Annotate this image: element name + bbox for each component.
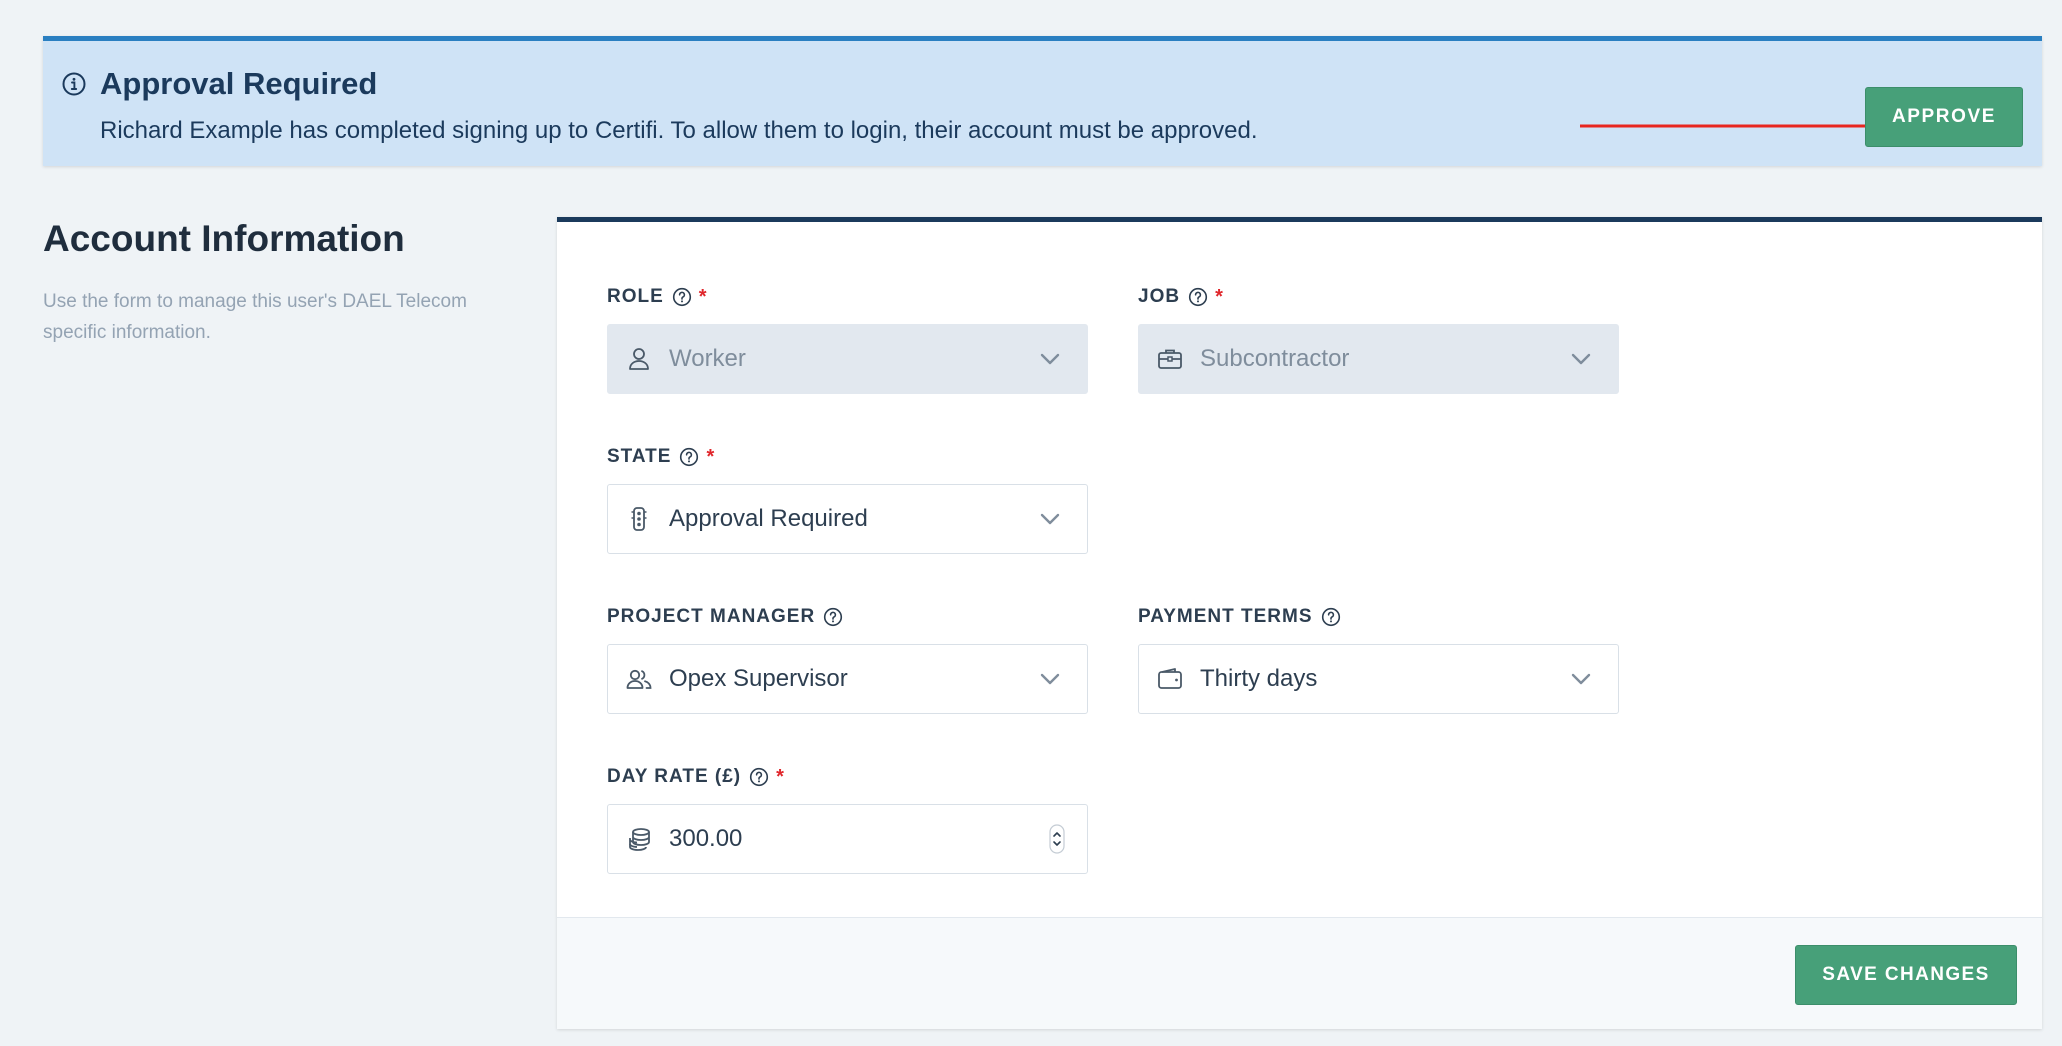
day-rate-field: DAY RATE (£) * 300.00: [607, 764, 1088, 874]
wallet-icon: [1158, 668, 1182, 689]
section-title: Account Information: [43, 218, 405, 259]
banner-title: Approval Required: [100, 66, 378, 101]
state-label: STATE: [607, 446, 672, 467]
approval-banner: Approval Required Richard Example has co…: [43, 36, 2042, 166]
section-description: Use the form to manage this user's DAEL …: [43, 291, 467, 343]
job-label: JOB: [1138, 286, 1181, 307]
job-select[interactable]: Subcontractor: [1138, 324, 1619, 394]
banner-message: Richard Example has completed signing up…: [100, 117, 1258, 144]
help-icon[interactable]: [1188, 287, 1208, 307]
users-icon: [626, 669, 652, 689]
chevron-down-icon: [1571, 673, 1591, 685]
state-select[interactable]: Approval Required: [607, 484, 1088, 554]
number-stepper-icon[interactable]: [1049, 824, 1065, 854]
info-icon: [62, 72, 86, 96]
required-marker: *: [1215, 285, 1224, 308]
job-value: Subcontractor: [1200, 345, 1350, 372]
project-manager-label: PROJECT MANAGER: [607, 606, 816, 627]
help-icon[interactable]: [823, 607, 843, 627]
help-icon[interactable]: [749, 767, 769, 787]
coins-icon: [629, 828, 650, 851]
help-icon[interactable]: [672, 287, 692, 307]
role-select[interactable]: Worker: [607, 324, 1088, 394]
chevron-down-icon: [1040, 513, 1060, 525]
approve-button[interactable]: APPROVE: [1865, 87, 2023, 147]
required-marker: *: [698, 285, 708, 308]
project-manager-value: Opex Supervisor: [669, 665, 848, 692]
form-footer: SAVE CHANGES: [557, 917, 2042, 1029]
briefcase-icon: [1158, 349, 1182, 369]
account-form-card: ROLE * Worker JOB * Subcontractor STATE …: [557, 217, 2042, 1029]
save-changes-button[interactable]: SAVE CHANGES: [1795, 945, 2017, 1005]
payment-terms-label: PAYMENT TERMS: [1138, 606, 1313, 627]
red-arrow-annotation: [1580, 118, 1894, 134]
chevron-down-icon: [1040, 353, 1060, 365]
help-icon[interactable]: [679, 447, 699, 467]
day-rate-label: DAY RATE (£): [607, 766, 742, 787]
chevron-down-icon: [1571, 353, 1591, 365]
traffic-light-icon: [631, 507, 647, 531]
user-icon: [629, 348, 649, 370]
day-rate-input[interactable]: 300.00: [607, 804, 1088, 874]
project-manager-select[interactable]: Opex Supervisor: [607, 644, 1088, 714]
day-rate-value: 300.00: [669, 825, 743, 852]
help-icon[interactable]: [1321, 607, 1341, 627]
role-value: Worker: [669, 345, 746, 372]
project-manager-field: PROJECT MANAGER Opex Supervisor: [607, 604, 1088, 714]
required-marker: *: [776, 765, 785, 788]
state-field: STATE * Approval Required: [607, 444, 1088, 554]
role-label: ROLE: [607, 286, 664, 307]
role-field: ROLE * Worker: [607, 284, 1088, 394]
job-field: JOB * Subcontractor: [1138, 284, 1619, 394]
chevron-down-icon: [1040, 673, 1060, 685]
page: Approval Required Richard Example has co…: [0, 0, 2062, 1046]
required-marker: *: [706, 445, 716, 468]
payment-terms-field: PAYMENT TERMS Thirty days: [1138, 604, 1619, 714]
payment-terms-value: Thirty days: [1200, 665, 1318, 692]
state-value: Approval Required: [669, 505, 868, 532]
payment-terms-select[interactable]: Thirty days: [1138, 644, 1619, 714]
